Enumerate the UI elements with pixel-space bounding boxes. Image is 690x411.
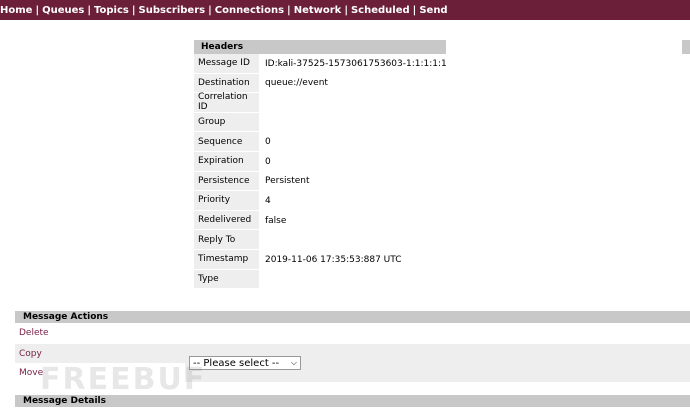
headers-rows: Message ID ID:kali-37525-1573061753603-1:… [194,54,447,290]
header-value: false [265,215,287,226]
header-value: 0 [265,156,271,167]
header-label: Timestamp [194,249,259,270]
header-row: Correlation ID [194,92,447,113]
watermark-logo: FREEBUF [40,362,207,397]
header-row: Expiration 0 [194,151,447,172]
delete-row: Delete [15,323,690,342]
header-label: Expiration [194,151,259,172]
header-value [259,270,265,290]
nav-send[interactable]: Send [416,5,450,16]
header-value: Persistent [265,176,310,187]
header-label: Correlation ID [194,92,259,113]
header-value: 2019-11-06 17:35:53:887 UTC [265,254,402,265]
message-actions-title: Message Actions [15,311,690,323]
nav-topics[interactable]: Topics [91,5,132,16]
header-value [259,230,265,250]
header-value: ID:kali-37525-1573061753603-1:1:1:1:1 [265,58,447,69]
header-row: Group [194,112,447,133]
header-value: queue://event [265,78,328,89]
header-value: 4 [265,195,271,206]
nav-queues[interactable]: Queues [39,5,87,16]
delete-link[interactable]: Delete [19,328,49,338]
nav-subscribers[interactable]: Subscribers [136,5,209,16]
header-row: Destination queue://event [194,73,447,94]
header-label: Group [194,112,259,133]
header-label: Type [194,269,259,290]
header-label: Reply To [194,230,259,250]
header-row: Persistence Persistent [194,171,447,192]
headers-table: Headers Message ID ID:kali-37525-15730617… [194,40,447,290]
nav-home[interactable]: Home [0,5,35,16]
header-row: Reply To [194,230,447,250]
message-actions: Message Actions Delete Copy Move -- Plea… [15,311,690,382]
header-row: Message ID ID:kali-37525-1573061753603-1:… [194,54,447,74]
header-row: Redelivered false [194,210,447,231]
header-label: Message ID [194,54,259,74]
header-value: 0 [265,137,271,148]
nav-connections[interactable]: Connections [212,5,287,16]
headers-title: Headers [194,40,446,54]
copy-link[interactable]: Copy [19,349,42,359]
nav-scheduled[interactable]: Scheduled [348,5,413,16]
header-row: Sequence 0 [194,132,447,152]
nav-network[interactable]: Network [291,5,345,16]
side-panel-header [682,40,690,54]
header-row: Priority 4 [194,191,447,211]
header-label: Priority [194,191,259,211]
header-value [259,93,265,113]
copy-row: Copy [15,344,185,363]
chevron-down-icon: ⌵ [290,358,297,367]
top-navigation: Home | Queues | Topics | Subscribers | C… [0,0,690,20]
header-row: Timestamp 2019-11-06 17:35:53:887 UTC [194,249,447,270]
header-label: Persistence [194,171,259,192]
header-label: Redelivered [194,210,259,231]
header-value [259,113,265,133]
header-row: Type [194,269,447,290]
header-label: Sequence [194,132,259,152]
header-label: Destination [194,73,259,94]
